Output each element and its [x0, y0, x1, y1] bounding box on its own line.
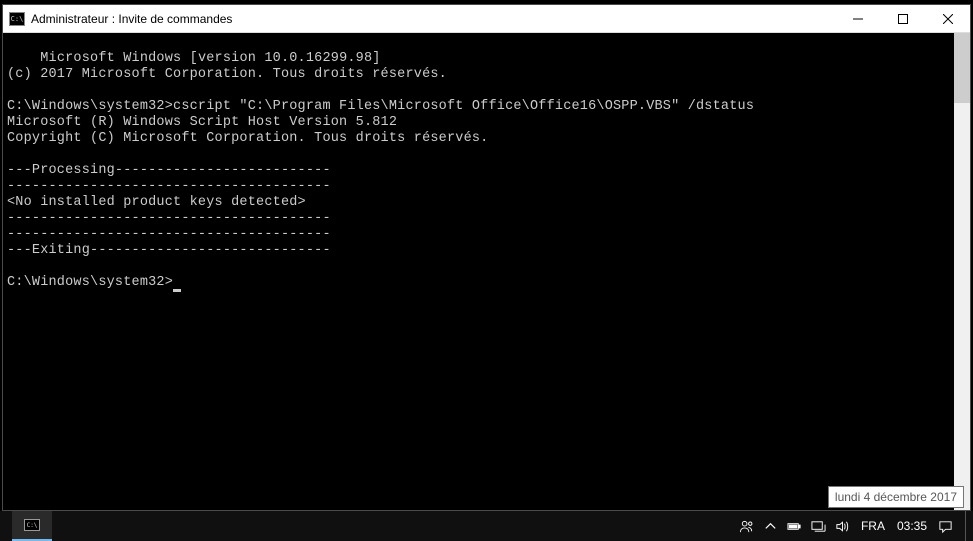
battery-icon[interactable]: [787, 518, 803, 534]
cmd-icon: C:\: [9, 12, 25, 26]
command-prompt-window: C:\ Administrateur : Invite de commandes…: [2, 4, 971, 511]
volume-icon[interactable]: [835, 518, 851, 534]
action-center-icon[interactable]: [937, 518, 953, 534]
scrollbar[interactable]: [954, 33, 970, 510]
clock[interactable]: 03:35: [895, 519, 929, 533]
language-indicator[interactable]: FRA: [859, 519, 887, 533]
chevron-up-icon[interactable]: [763, 518, 779, 534]
window-controls: [835, 5, 970, 32]
date-tooltip: lundi 4 décembre 2017: [828, 486, 964, 508]
cmd-icon: C:\: [24, 519, 40, 531]
titlebar[interactable]: C:\ Administrateur : Invite de commandes: [3, 5, 970, 33]
scroll-thumb[interactable]: [954, 33, 970, 103]
network-icon[interactable]: [811, 518, 827, 534]
taskbar-left: C:\: [0, 511, 52, 541]
system-tray: FRA 03:35: [739, 511, 973, 541]
people-icon[interactable]: [739, 518, 755, 534]
text-cursor: [173, 289, 181, 292]
taskbar-cmd-item[interactable]: C:\: [12, 511, 52, 541]
console-output[interactable]: Microsoft Windows [version 10.0.16299.98…: [3, 33, 970, 510]
close-button[interactable]: [925, 5, 970, 32]
window-title: Administrateur : Invite de commandes: [31, 12, 835, 26]
show-desktop[interactable]: [965, 511, 971, 541]
maximize-button[interactable]: [880, 5, 925, 32]
minimize-button[interactable]: [835, 5, 880, 32]
taskbar: C:\ FRA 03:35: [0, 511, 973, 541]
